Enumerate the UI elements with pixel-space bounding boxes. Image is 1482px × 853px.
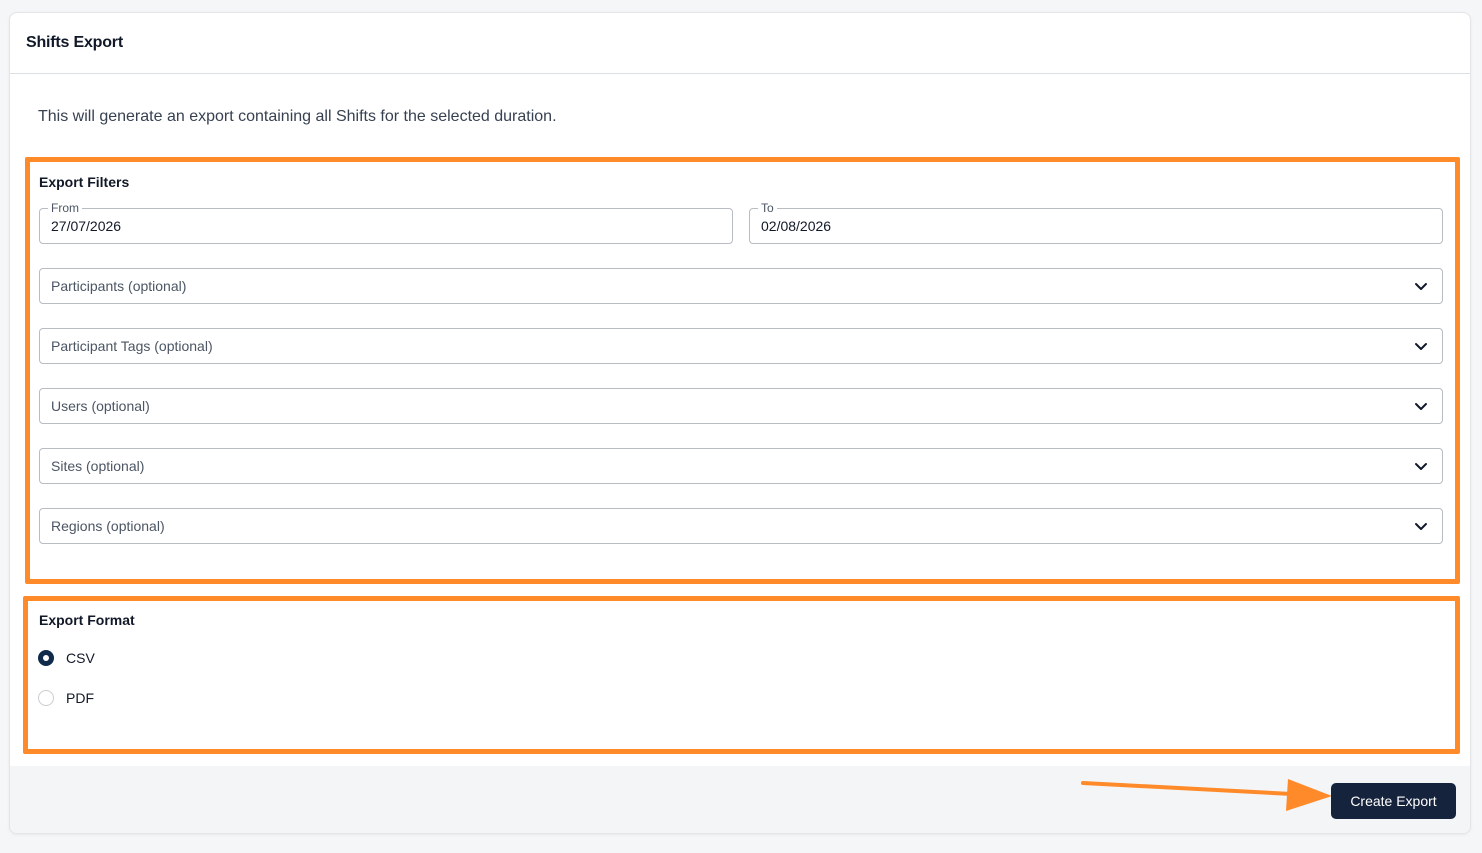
participant-tags-select[interactable]: Participant Tags (optional): [39, 328, 1443, 364]
export-format-heading: Export Format: [39, 612, 135, 628]
regions-select[interactable]: Regions (optional): [39, 508, 1443, 544]
page-title: Shifts Export: [26, 34, 123, 51]
chevron-down-icon[interactable]: [1414, 519, 1428, 533]
regions-select-placeholder: Regions (optional): [51, 518, 165, 534]
sites-select[interactable]: Sites (optional): [39, 448, 1443, 484]
participant-tags-select-placeholder: Participant Tags (optional): [51, 338, 213, 354]
export-description: This will generate an export containing …: [38, 108, 557, 125]
from-date-field[interactable]: From 27/07/2026: [39, 201, 733, 244]
csv-radio[interactable]: [38, 650, 54, 666]
chevron-down-icon[interactable]: [1414, 459, 1428, 473]
export-filters-heading: Export Filters: [39, 174, 130, 190]
chevron-down-icon[interactable]: [1414, 279, 1428, 293]
create-export-button[interactable]: Create Export: [1331, 783, 1456, 819]
to-date-value: 02/08/2026: [761, 218, 832, 234]
participants-select[interactable]: Participants (optional): [39, 268, 1443, 304]
chevron-down-icon[interactable]: [1414, 339, 1428, 353]
to-date-field[interactable]: To 02/08/2026: [749, 201, 1443, 244]
pdf-radio-label[interactable]: PDF: [66, 690, 94, 706]
arrow-right-icon: [1081, 779, 1332, 811]
users-select[interactable]: Users (optional): [39, 388, 1443, 424]
participants-select-placeholder: Participants (optional): [51, 278, 187, 294]
chevron-down-icon[interactable]: [1414, 399, 1428, 413]
card-header: Shifts Export: [10, 13, 1470, 74]
export-card: Shifts Export This will generate an expo…: [9, 12, 1471, 834]
sites-select-placeholder: Sites (optional): [51, 458, 145, 474]
from-date-label: From: [48, 201, 82, 215]
csv-radio-label[interactable]: CSV: [66, 650, 95, 666]
from-date-value: 27/07/2026: [51, 218, 122, 234]
pdf-radio[interactable]: [38, 690, 54, 706]
format-highlight-box: [23, 596, 1460, 754]
users-select-placeholder: Users (optional): [51, 398, 150, 414]
to-date-label: To: [758, 201, 777, 215]
